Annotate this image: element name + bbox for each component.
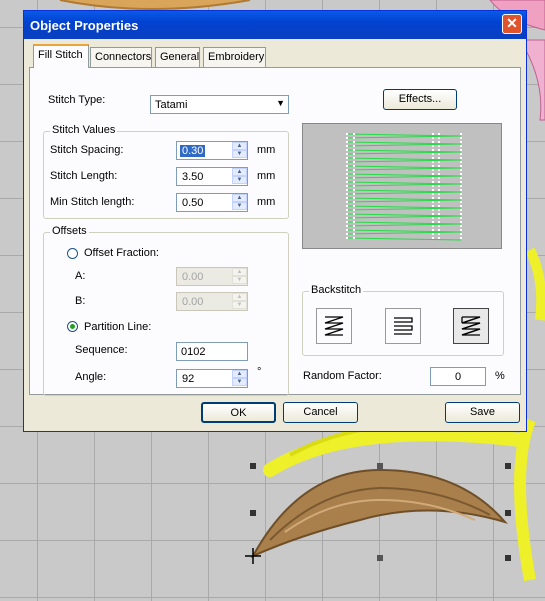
min-stitch-length-spinner[interactable]: 0.50 ▲ ▼ (176, 193, 248, 212)
save-button[interactable]: Save (445, 402, 520, 423)
random-factor-input[interactable]: 0 (430, 367, 486, 386)
sequence-input[interactable]: 0102 (176, 342, 248, 361)
parallel-stitch-icon (394, 317, 413, 335)
cancel-button[interactable]: Cancel (283, 402, 358, 423)
unit-label: mm (257, 144, 276, 156)
stitch-preview (302, 123, 502, 249)
sequence-label: Sequence: (75, 344, 128, 356)
spin-up-icon[interactable]: ▲ (232, 168, 247, 176)
ok-button[interactable]: OK (201, 402, 276, 423)
partition-line-radio[interactable] (67, 321, 78, 332)
random-factor-label: Random Factor: (303, 370, 382, 382)
spin-up-icon[interactable]: ▲ (232, 142, 247, 150)
a-spinner[interactable]: 0.00 ▲ ▼ (176, 267, 248, 286)
spin-up-icon[interactable]: ▲ (232, 268, 247, 276)
backstitch-diagonal-button[interactable] (453, 308, 489, 344)
backstitch-title: Backstitch (309, 284, 364, 296)
min-stitch-length-value: 0.50 (182, 197, 204, 209)
min-stitch-length-label: Min Stitch length: (50, 196, 135, 208)
unit-label: mm (257, 170, 276, 182)
spin-down-icon[interactable]: ▼ (232, 150, 247, 158)
stitch-spacing-label: Stitch Spacing: (50, 144, 124, 156)
percent-unit-label: % (495, 370, 505, 382)
stitch-type-value: Tatami (155, 99, 188, 111)
effects-button[interactable]: Effects... (383, 89, 457, 110)
stitch-length-value: 3.50 (182, 171, 204, 183)
angle-value: 92 (182, 373, 195, 385)
angle-spinner[interactable]: 92 ▲ ▼ (176, 369, 248, 388)
diagonal-stitch-icon (461, 316, 481, 336)
spin-down-icon[interactable]: ▼ (232, 176, 247, 184)
backstitch-parallel-button[interactable] (385, 308, 421, 344)
spin-down-icon[interactable]: ▼ (232, 301, 247, 309)
stitch-length-spinner[interactable]: 3.50 ▲ ▼ (176, 167, 248, 186)
spin-up-icon[interactable]: ▲ (232, 370, 247, 378)
a-value: 0.00 (182, 271, 204, 283)
spin-up-icon[interactable]: ▲ (232, 194, 247, 202)
backstitch-zigzag-button[interactable] (316, 308, 352, 344)
stitch-type-label: Stitch Type: (48, 94, 106, 106)
tab-embroidery[interactable]: Embroidery (203, 47, 266, 67)
stitch-spacing-value: 0.30 (180, 145, 206, 157)
a-label: A: (75, 270, 86, 282)
title-bar[interactable]: Object Properties ✕ (24, 11, 526, 39)
b-spinner[interactable]: 0.00 ▲ ▼ (176, 292, 248, 311)
stitch-type-select[interactable]: Tatami ▼ (150, 95, 289, 114)
b-label: B: (75, 295, 86, 307)
tab-connectors[interactable]: Connectors (90, 47, 152, 67)
object-properties-dialog: Object Properties ✕ Fill Stitch Connecto… (23, 10, 527, 432)
stitch-preview-graphic (346, 133, 462, 241)
spin-down-icon[interactable]: ▼ (232, 378, 247, 386)
degree-unit-label: ° (257, 366, 262, 378)
offset-fraction-radio[interactable] (67, 248, 78, 259)
offsets-title: Offsets (50, 225, 89, 237)
stitch-values-title: Stitch Values (50, 124, 118, 136)
spin-up-icon[interactable]: ▲ (232, 293, 247, 301)
spin-down-icon[interactable]: ▼ (232, 202, 247, 210)
partition-line-label: Partition Line: (84, 321, 152, 333)
chevron-down-icon[interactable]: ▼ (276, 98, 285, 108)
close-icon[interactable]: ✕ (502, 14, 522, 34)
window-title: Object Properties (30, 18, 139, 33)
fill-stitch-panel: Stitch Type: Tatami ▼ Stitch Values Stit… (29, 67, 521, 396)
tab-general[interactable]: General (155, 47, 200, 67)
unit-label: mm (257, 196, 276, 208)
b-value: 0.00 (182, 296, 204, 308)
angle-label: Angle: (75, 371, 107, 383)
stitch-length-label: Stitch Length: (50, 170, 118, 182)
spin-down-icon[interactable]: ▼ (232, 276, 247, 284)
stitch-spacing-spinner[interactable]: 0.30 ▲ ▼ (176, 141, 248, 160)
zigzag-stitch-icon (324, 316, 344, 336)
tab-fill-stitch[interactable]: Fill Stitch (33, 44, 89, 68)
offset-fraction-label: Offset Fraction: (84, 247, 159, 259)
